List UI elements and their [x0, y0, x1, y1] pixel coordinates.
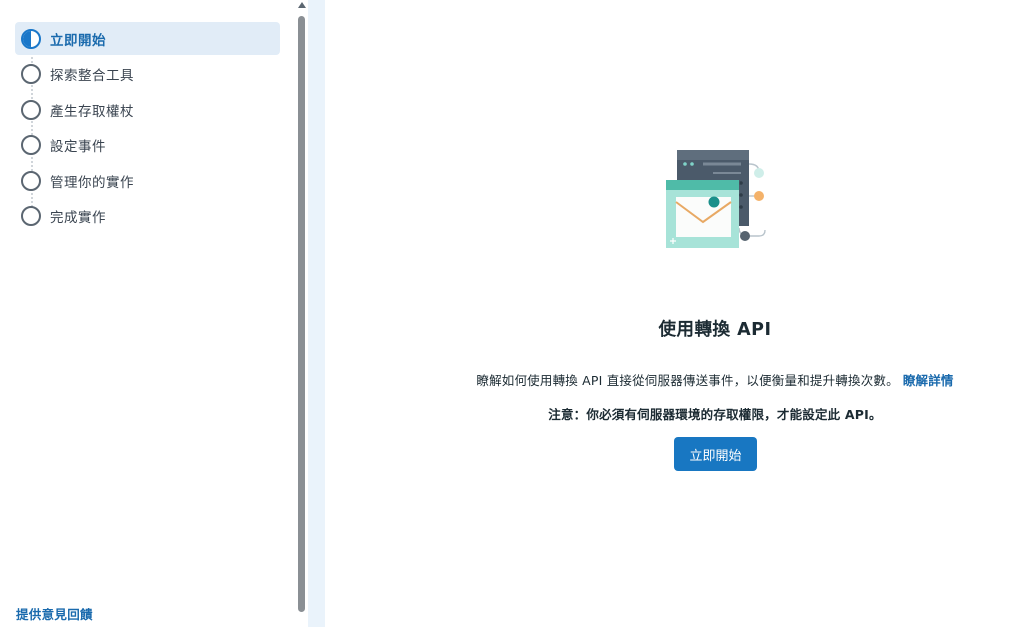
step-configure-events[interactable]: 設定事件 [15, 129, 280, 162]
learn-more-link[interactable]: 瞭解詳情 [903, 373, 954, 388]
description-body: 瞭解如何使用轉換 API 直接從伺服器傳送事件，以便衡量和提升轉換次數。 [476, 373, 899, 388]
access-requirement-note: 注意：你必須有伺服器環境的存取權限，才能設定此 API。 [548, 407, 882, 422]
server-envelope-illustration-icon [666, 150, 766, 248]
description-text: 瞭解如何使用轉換 API 直接從伺服器傳送事件，以便衡量和提升轉換次數。 瞭解詳情 [325, 370, 1024, 389]
empty-circle-icon [21, 135, 41, 155]
step-label: 探索整合工具 [50, 68, 134, 84]
feedback-link[interactable]: 提供意見回饋 [16, 604, 93, 623]
step-explore-integrations[interactable]: 探索整合工具 [15, 58, 280, 91]
empty-circle-icon [21, 170, 41, 191]
step-label: 完成實作 [50, 210, 106, 226]
panel-divider [308, 0, 325, 627]
page-title: 使用轉換 API [658, 320, 772, 340]
step-get-started[interactable]: 立即開始 [15, 22, 280, 55]
step-label: 產生存取權杖 [50, 103, 134, 120]
get-started-button[interactable]: 立即開始 [674, 437, 757, 471]
app-root: 立即開始 探索整合工具 產生存取權杖 設定事件 管理你的實作 完成實作 提供意見… [0, 0, 1024, 627]
sidebar-scrollbar[interactable] [296, 0, 308, 627]
scroll-up-arrow-icon[interactable] [298, 2, 306, 8]
empty-circle-icon [21, 206, 41, 226]
step-generate-access-token[interactable]: 產生存取權杖 [15, 93, 280, 126]
setup-steps-sidebar: 立即開始 探索整合工具 產生存取權杖 設定事件 管理你的實作 完成實作 提供意見… [0, 0, 296, 627]
scrollbar-thumb[interactable] [298, 16, 305, 612]
step-label: 設定事件 [50, 139, 106, 155]
steps-list: 立即開始 探索整合工具 產生存取權杖 設定事件 管理你的實作 完成實作 [15, 22, 280, 235]
step-complete-implementation[interactable]: 完成實作 [15, 200, 280, 233]
empty-circle-icon [21, 99, 41, 120]
step-manage-implementation[interactable]: 管理你的實作 [15, 164, 280, 197]
half-filled-circle-icon [21, 28, 41, 49]
step-label: 管理你的實作 [50, 174, 134, 191]
step-label: 立即開始 [50, 32, 106, 49]
empty-circle-icon [21, 64, 41, 84]
main-panel: 使用轉換 API 瞭解如何使用轉換 API 直接從伺服器傳送事件，以便衡量和提升… [325, 0, 1024, 627]
